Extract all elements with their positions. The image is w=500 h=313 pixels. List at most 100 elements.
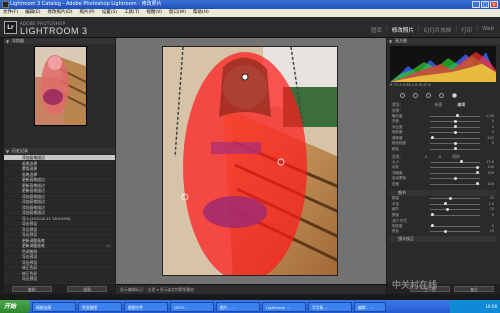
navigator-header[interactable]: ▼ 导航器 [4,38,115,44]
menu-edit[interactable]: 编辑(E) [25,9,40,17]
clock[interactable]: 16:08 [485,304,497,309]
navigator-preview[interactable] [34,46,87,126]
tool-strip [390,92,496,99]
noise-sliders: 明亮度 0 颜色 25 [390,223,496,234]
history-title: 历史记录 [12,148,28,153]
module-print[interactable]: 打印 [461,26,472,34]
menu-view[interactable]: 视图(V) [146,9,162,17]
brush-erase-option[interactable]: 擦除 [452,154,460,159]
slider-knob[interactable] [453,119,457,123]
taskbar-item[interactable]: 网络连接 [32,301,76,312]
taskbar-item[interactable]: LRC3 ... [170,301,214,312]
collapse-triangle-icon: ▼ [389,39,393,44]
slider-row[interactable]: 蒙版 0 [390,212,496,218]
histogram[interactable] [390,46,496,82]
slider-knob[interactable] [453,141,457,145]
history-item[interactable]: 导出预设 [4,276,115,282]
menu-window[interactable]: 窗口(W) [169,9,186,17]
slider-knob[interactable] [459,160,463,163]
module-slideshow[interactable]: 幻灯片放映 [424,26,452,34]
slider-knob[interactable] [443,229,447,233]
lens-correction-header[interactable]: 镜头校正 [390,236,496,242]
spot-removal-icon[interactable] [413,93,418,98]
taskbar-item[interactable]: 编辑 - ... [354,301,386,312]
slider-row[interactable]: 密度 100 [390,181,496,187]
slider-value: 0 [491,124,494,129]
slider-knob[interactable] [453,130,457,134]
menu-photo[interactable]: 照片(P) [79,9,94,17]
photo-canvas[interactable] [162,46,338,276]
slider-track[interactable] [430,137,480,139]
taskbar-item[interactable]: 图片 - ... [216,301,260,312]
identity-plate: Lr ADOBE PHOTOSHOP LIGHTROOM 3 图库 | 修改照片… [0,17,500,38]
slider-track[interactable] [430,183,480,185]
slider-track[interactable] [430,225,480,227]
module-library[interactable]: 图库 [371,26,382,34]
slider-knob[interactable] [431,213,434,216]
slider-value: 0 [491,141,494,145]
reset-button[interactable]: 复位 [454,286,494,292]
history-header[interactable]: ▼ 历史记录 [4,148,115,154]
slider-knob[interactable] [453,125,457,128]
histogram-readout: R 72.3 G 68.1 B 61.8 % [390,83,431,87]
paste-button[interactable]: 粘贴 [67,286,108,292]
slider-track[interactable] [430,167,480,168]
toolbar-text[interactable]: 显示编辑标记： 总是 ▾ 显示选定的蒙版叠加 [120,287,194,292]
slider-track[interactable] [430,203,480,205]
slider-row[interactable]: 颜色 [390,146,496,152]
menu-settings[interactable]: 设置(S) [102,9,117,17]
slider-knob[interactable] [476,182,479,185]
slider-knob[interactable] [443,202,447,205]
module-picker: 图库 | 修改照片 | 幻灯片放映 | 打印 | Web [371,26,494,34]
taskbar-item[interactable]: 截图文件 [124,301,168,312]
minimize-button[interactable]: _ [472,1,480,8]
slider-knob[interactable] [431,224,434,227]
effect-sliders: 曝光度 0.26 亮度 0 对比度 0 饱和度 0 清晰度 -100 锐化程度 0 颜色 [390,113,496,152]
taskbar-item[interactable]: 写字板 ... [308,301,352,312]
slider-knob[interactable] [476,171,479,174]
slider-track[interactable] [430,198,480,199]
slider-track[interactable] [430,231,480,232]
copy-button[interactable]: 复制 [11,286,52,292]
histogram-header[interactable]: ▼ 直方图 [387,38,500,44]
menu-help[interactable]: 帮助(H) [193,9,209,17]
slider-knob[interactable] [448,196,452,200]
slider-knob[interactable] [476,165,479,169]
maximize-button[interactable]: □ [481,1,489,8]
mask-edit-option[interactable]: 编辑 [457,102,465,107]
windows-taskbar: 开始 网络连接 界面截图 截图文件 LRC3 ... 图片 - ... Ligh… [0,300,500,313]
taskbar-item[interactable]: Lightroom ... [262,301,306,312]
slider-row[interactable]: 颜色 25 [390,229,496,235]
brush-a-option[interactable]: A [425,154,428,159]
crop-tool-icon[interactable] [400,93,405,98]
collapse-triangle-icon: ▼ [6,39,10,44]
close-button[interactable]: × [490,1,498,8]
taskbar-item[interactable]: 界面截图 [78,301,122,312]
detail-sliders: 数量 25 半径 1.0 细节 25 蒙版 0 [390,196,496,218]
slider-track[interactable] [430,209,480,210]
slider-track[interactable] [430,172,480,174]
module-develop[interactable]: 修改照片 [392,26,414,34]
slider-track[interactable] [430,115,480,117]
start-button[interactable]: 开始 [0,300,30,313]
mask-new-option[interactable]: 新建 [435,102,443,107]
slider-track[interactable] [430,214,480,216]
slider-knob[interactable] [453,147,457,150]
slider-knob[interactable] [431,136,434,139]
menu-bar: 文件(F) 编辑(E) 修改照片(D) 照片(P) 设置(S) 工具(T) 视图… [0,9,500,17]
red-eye-icon[interactable] [426,93,431,98]
menu-file[interactable]: 文件(F) [3,9,18,17]
slider-track[interactable] [430,161,480,163]
adjustment-brush-icon[interactable] [452,93,457,98]
slider-knob[interactable] [456,114,459,117]
slider-knob[interactable] [453,176,457,180]
module-web[interactable]: Web [482,26,494,34]
image-viewport[interactable] [116,38,386,284]
mask-label: 蒙版： [392,102,404,107]
graduated-filter-icon[interactable] [439,93,444,98]
slider-knob[interactable] [446,207,449,211]
brush-b-option[interactable]: B [438,154,441,159]
menu-develop[interactable]: 修改照片(D) [47,9,72,17]
slider-value: 1.0 [488,201,494,206]
menu-tools[interactable]: 工具(T) [124,9,139,17]
